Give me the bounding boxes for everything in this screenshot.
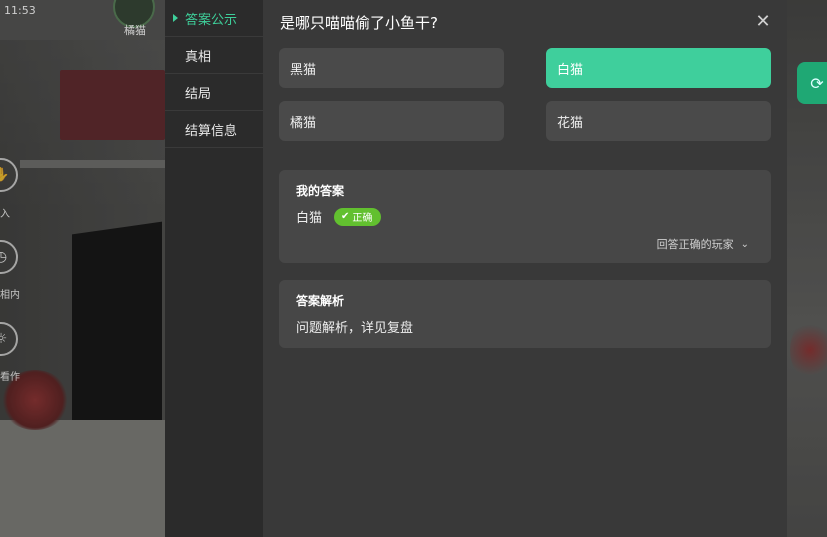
scene-right-flower (790, 320, 827, 380)
option-orange-cat[interactable]: 橘猫 (279, 101, 504, 141)
menu-item-settlement[interactable]: 结算信息 (165, 111, 263, 148)
menu-item-label: 真相 (185, 49, 212, 65)
analysis-card: 答案解析 问题解析，详见复盘 (279, 280, 771, 348)
status-time: 11:53 (4, 4, 36, 17)
close-icon[interactable]: ✕ (751, 9, 775, 33)
left-tool-label: 入 (0, 209, 10, 220)
refresh-icon[interactable]: ⟳ (797, 62, 827, 104)
chevron-down-icon: ⌄ (740, 238, 749, 250)
check-icon: ✔ (341, 211, 350, 222)
option-label: 花猫 (557, 115, 584, 131)
option-calico-cat[interactable]: 花猫 (546, 101, 771, 141)
active-arrow-icon (173, 14, 178, 22)
option-label: 黑猫 (290, 62, 317, 78)
player-name: 橘猫 (124, 24, 146, 37)
my-answer-title: 我的答案 (296, 184, 345, 198)
option-label: 橘猫 (290, 115, 317, 131)
scene-shelf-board (20, 160, 165, 168)
correct-badge-label: 正确 (352, 213, 373, 224)
my-answer-row: 白猫 ✔ 正确 (296, 207, 754, 226)
scene-cabinet (0, 420, 165, 537)
answer-panel: 是哪只喵喵偷了小鱼干? ✕ 黑猫 白猫 橘猫 花猫 我的答案 白猫 ✔ 正确 回… (263, 0, 787, 537)
option-black-cat[interactable]: 黑猫 (279, 48, 504, 88)
menu-item-ending[interactable]: 结局 (165, 74, 263, 111)
analysis-text: 问题解析，详见复盘 (296, 321, 414, 336)
menu-item-label: 结算信息 (185, 123, 238, 139)
my-answer-value: 白猫 (296, 211, 323, 226)
correct-badge: ✔ 正确 (334, 207, 382, 226)
menu-item-label: 结局 (185, 86, 212, 102)
correct-players-label: 回答正确的玩家 (656, 238, 734, 251)
left-tool-label: 相内 (0, 290, 20, 301)
my-answer-card: 我的答案 白猫 ✔ 正确 回答正确的玩家 ⌄ (279, 170, 771, 263)
scene-wall-shelf (60, 70, 165, 140)
menu-item-label: 答案公示 (185, 12, 238, 28)
correct-players-link[interactable]: 回答正确的玩家 ⌄ (657, 236, 749, 252)
left-tool-label: 看作 (0, 372, 20, 383)
option-label: 白猫 (557, 62, 584, 78)
result-side-menu: 答案公示 真相 结局 结算信息 (165, 0, 263, 537)
menu-item-answer-reveal[interactable]: 答案公示 (165, 0, 263, 37)
menu-item-truth[interactable]: 真相 (165, 37, 263, 74)
option-white-cat[interactable]: 白猫 (546, 48, 771, 88)
analysis-title: 答案解析 (296, 294, 345, 308)
scene-tv (72, 221, 162, 435)
question-title: 是哪只喵喵偷了小鱼干? (280, 14, 438, 32)
